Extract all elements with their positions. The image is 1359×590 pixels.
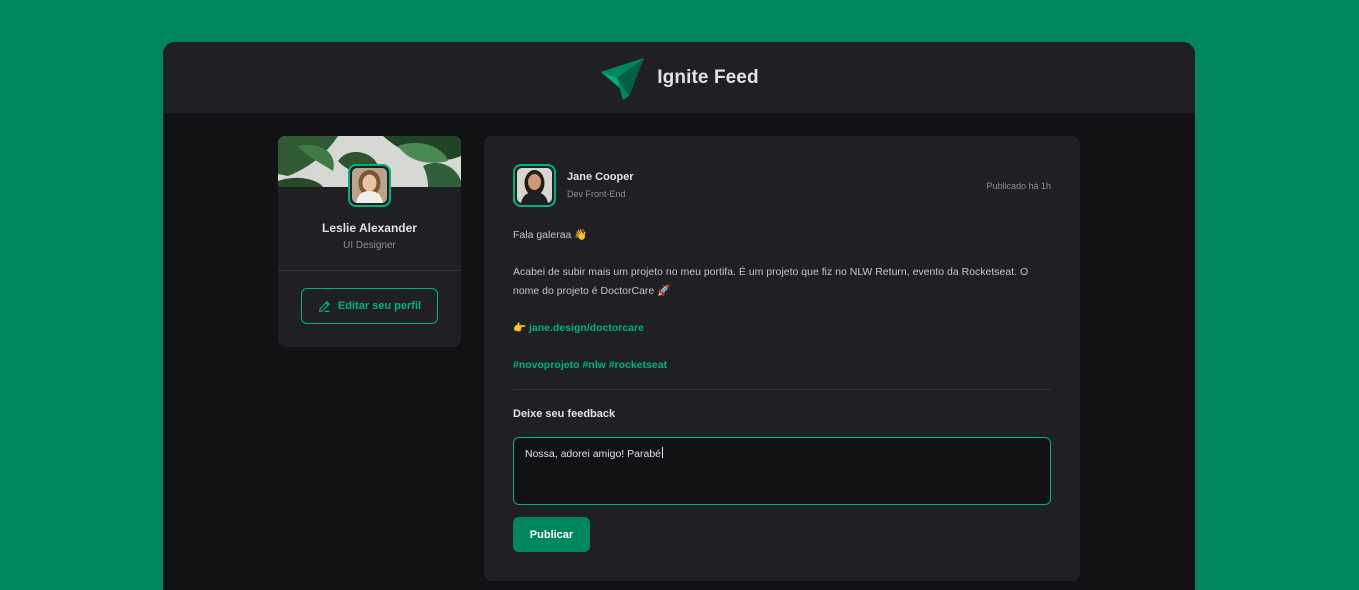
feedback-text: Nossa, adorei amigo! Parabé [525,448,661,460]
app-header: Ignite Feed [163,42,1195,113]
user-avatar[interactable] [348,164,391,207]
edit-profile-label: Editar seu perfil [337,300,422,312]
published-time: Publicado há 1h [986,181,1051,191]
text-caret [662,447,663,458]
user-name: Leslie Alexander [322,221,417,235]
post-hashtags: #novoprojeto #nlw #rocketseat [513,356,667,375]
post-link[interactable]: jane.design/doctorcare [529,322,644,334]
app-window: Ignite Feed Leslie Alexander UI Designer… [163,42,1195,590]
publish-button[interactable]: Publicar [513,517,590,552]
hashtag-link[interactable]: #rocketseat [609,359,667,371]
post-author: Jane Cooper Dev Front-End [513,164,634,207]
author-avatar[interactable] [513,164,556,207]
author-name[interactable]: Jane Cooper [567,170,634,184]
user-role: UI Designer [343,240,396,251]
post-divider [513,389,1051,390]
hashtag-link[interactable]: #nlw [582,359,605,371]
app-title: Ignite Feed [657,66,759,88]
post-link-line: 👉 jane.design/doctorcare [513,319,644,338]
pointing-hand-emoji: 👉 [513,322,529,334]
pencil-icon [318,300,330,312]
sidebar-divider [278,270,461,271]
feedback-title: Deixe seu feedback [513,408,616,420]
feedback-textarea[interactable]: Nossa, adorei amigo! Parabé [513,437,1051,505]
post-greeting: Fala galeraa 👋 [513,229,588,241]
post-card: Jane Cooper Dev Front-End Publicado há 1… [484,136,1080,581]
edit-profile-button[interactable]: Editar seu perfil [301,288,438,324]
profile-sidebar: Leslie Alexander UI Designer Editar seu … [278,136,461,347]
hashtag-link[interactable]: #novoprojeto [513,359,580,371]
author-role: Dev Front-End [567,189,626,199]
post-body: Acabei de subir mais um projeto no meu p… [513,266,1029,297]
ignite-logo-icon [601,57,645,100]
